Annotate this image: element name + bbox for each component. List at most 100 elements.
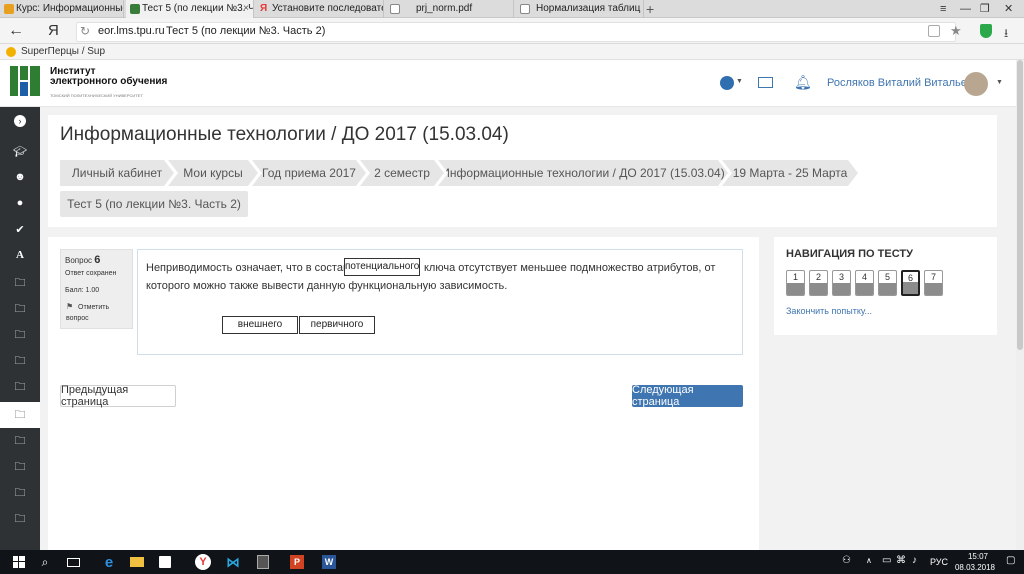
close-tab-icon[interactable]: × [243,0,249,18]
edge-browser-icon[interactable]: e [96,550,122,574]
logo-subtitle: ТОМСКИЙ ПОЛИТЕХНИЧЕСКИЙ УНИВЕРСИТЕТ [50,93,143,98]
star-icon[interactable]: ★ [950,23,962,39]
institute-logo[interactable] [10,66,40,96]
clock-date[interactable]: 08.03.2018 [952,563,998,572]
sidebar-item-badges[interactable]: ● [0,190,40,216]
document-icon [390,4,400,14]
maximize-button[interactable]: ❐ [980,0,990,18]
next-page-button[interactable]: Следующая страница [632,384,743,408]
search-icon[interactable]: ⌕ [32,550,58,574]
quiz-nav-question-4[interactable]: 4 [855,270,874,296]
new-tab-button[interactable]: + [646,0,654,18]
sidebar-item-folder[interactable]: 🗀︎ [0,348,40,374]
quiz-nav-question-1[interactable]: 1 [786,270,805,296]
breadcrumb-item[interactable]: Мои курсы [168,160,258,186]
bookmark-link[interactable]: SuperПерцы / Sup [21,44,105,60]
folder-icon: 🗀︎ [14,380,26,393]
page-scrollbar[interactable] [1016,60,1024,550]
drop-zone-answer[interactable]: потенциального [344,258,420,276]
finish-attempt-link[interactable]: Закончить попытку... [786,306,872,316]
reload-icon[interactable]: ↻ [80,24,90,38]
tab-favicon-icon [4,4,14,14]
folder-icon: 🗀︎ [14,328,26,341]
reader-mode-icon[interactable] [928,25,940,37]
minimize-button[interactable]: — [960,0,971,18]
file-explorer-icon[interactable] [124,550,150,574]
sidebar-item-participants[interactable]: ☻ [0,164,40,190]
envelope-icon[interactable] [758,77,773,88]
task-view-icon[interactable] [60,550,86,574]
volume-icon[interactable]: ♪ [912,555,917,566]
browser-tab[interactable]: Курс: Информационные те [0,0,124,18]
user-name[interactable]: Росляков Виталий Витальевич [827,77,985,89]
flag-question-link-line2[interactable]: вопрос [66,315,89,322]
sidebar-item-folder[interactable]: 🗀︎ [0,454,40,480]
clock-time[interactable]: 15:07 [960,552,996,561]
drag-choice[interactable]: первичного [299,316,375,334]
sidebar-item-folder[interactable]: 🗀︎ [0,322,40,348]
browser-tab[interactable]: Я Установите последовательнос [256,0,384,18]
sidebar-item-competencies[interactable]: ✔ [0,216,40,242]
people-icon[interactable]: ⚇ [842,555,851,566]
task-view-shape [66,557,80,567]
calculator-icon[interactable] [250,550,276,574]
bell-icon[interactable]: 🔔︎ [794,74,812,91]
folder-icon: 🗀︎ [14,512,26,525]
shield-icon[interactable] [980,24,992,38]
breadcrumb-item[interactable]: Информационные технологии / ДО 2017 (15.… [438,160,728,186]
store-icon[interactable] [152,550,178,574]
close-window-button[interactable]: ✕ [1004,0,1013,18]
network-icon[interactable]: ⌘ [896,555,906,566]
browser-tab-active[interactable]: Тест 5 (по лекции №3. Ч × [126,0,254,18]
notification-center-icon[interactable]: ▢ [1006,555,1015,566]
bookmark-favicon-icon [6,47,16,57]
sidebar-item-folder-active[interactable]: 🗀︎ [0,402,40,428]
sidebar-item-folder[interactable]: 🗀︎ [0,270,40,296]
sidebar-item-folder[interactable]: 🗀︎ [0,506,40,532]
download-icon[interactable]: ⭳ [1004,24,1008,45]
chevron-down-icon[interactable]: ▼ [736,78,743,85]
yandex-browser-taskbar-icon[interactable]: Y [190,550,216,574]
sidebar-item-grades[interactable]: A [0,242,40,268]
keyboard-language[interactable]: РУС [930,557,948,567]
sidebar-item-folder[interactable]: 🗀︎ [0,374,40,400]
answered-indicator [787,283,804,295]
sidebar-item-folder[interactable]: 🗀︎ [0,296,40,322]
word-icon[interactable]: W [316,550,342,574]
sidebar-item-courses[interactable]: 🎓︎ [0,138,40,164]
chevron-up-icon[interactable]: ∧ [866,556,872,565]
back-arrow-icon[interactable]: ← [8,22,24,40]
breadcrumb-item[interactable]: Год приема 2017 [252,160,366,186]
breadcrumb-item[interactable]: Личный кабинет [60,160,174,186]
powerpoint-icon[interactable]: P [284,550,310,574]
quiz-nav-question-2[interactable]: 2 [809,270,828,296]
bookmarks-bar [0,44,1024,60]
avatar[interactable] [964,72,988,96]
flag-question-link[interactable]: Отметить [78,304,109,311]
battery-icon[interactable]: ▭ [882,555,891,566]
sidebar-item-folder[interactable]: 🗀︎ [0,428,40,454]
sidebar-item-toggle[interactable]: › [0,108,40,134]
browser-tab[interactable]: Нормализация таблиц [516,0,644,18]
quiz-nav-question-5[interactable]: 5 [878,270,897,296]
windows-start-icon[interactable] [6,550,32,574]
answered-indicator [925,283,942,295]
yandex-logo[interactable]: Я [48,22,59,40]
menu-icon[interactable]: ≡ [940,0,946,18]
flag-icon[interactable]: ⚑ [66,302,73,311]
chevron-down-icon[interactable]: ▼ [996,79,1003,86]
globe-icon[interactable] [720,76,734,90]
quiz-nav-question-7[interactable]: 7 [924,270,943,296]
quiz-nav-question-3[interactable]: 3 [832,270,851,296]
previous-page-button[interactable]: Предыдущая страница [60,384,176,408]
visual-studio-icon[interactable]: ⋈ [220,550,246,574]
tab-favicon-icon [130,4,140,14]
scrollbar-thumb[interactable] [1017,60,1023,350]
drag-choice[interactable]: внешнего [222,316,298,334]
breadcrumb-item[interactable]: 2 семестр [360,160,444,186]
breadcrumb-item[interactable]: 19 Марта - 25 Марта [722,160,858,186]
sidebar-item-folder[interactable]: 🗀︎ [0,480,40,506]
browser-tab[interactable]: prj_norm.pdf [386,0,514,18]
quiz-nav-question-6-current[interactable]: 6 [901,270,920,296]
quiz-nav-number: 3 [838,272,844,282]
